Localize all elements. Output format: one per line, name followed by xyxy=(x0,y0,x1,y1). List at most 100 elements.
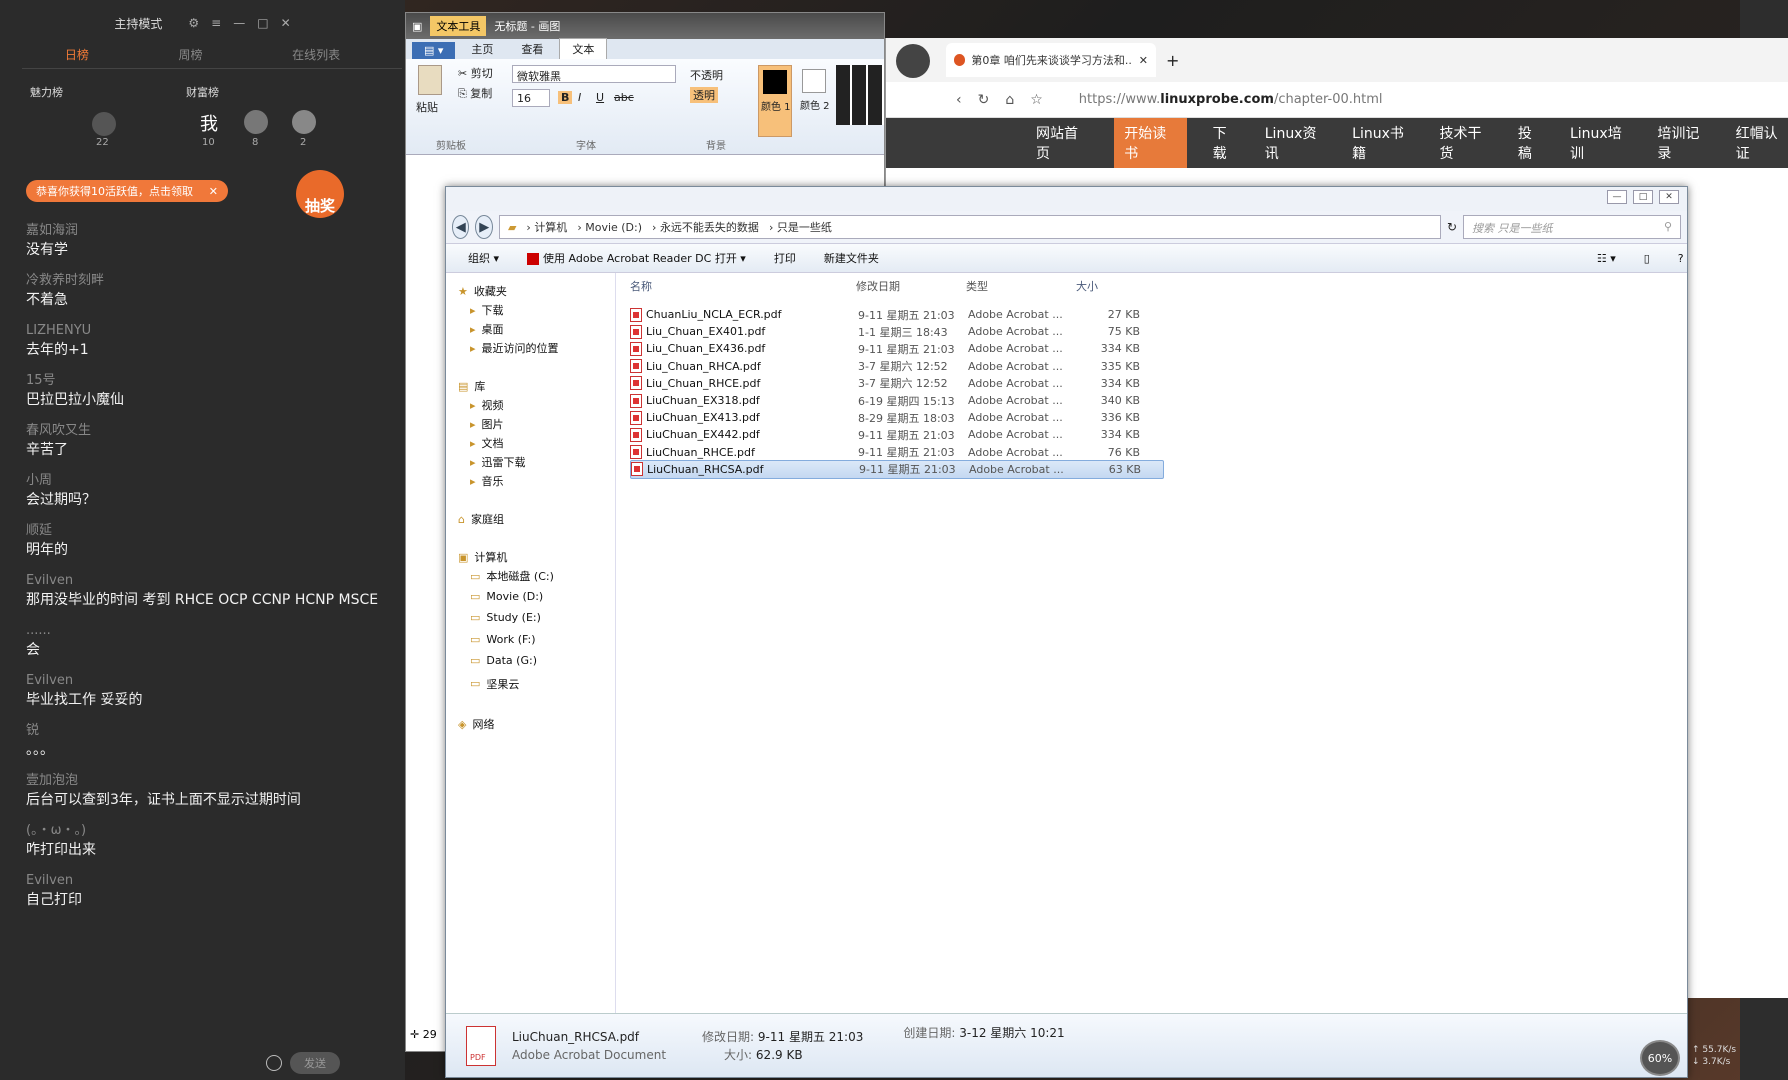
chat-username[interactable]: ...... xyxy=(26,622,386,640)
chat-username[interactable]: 小周 xyxy=(26,472,386,490)
nav-tech[interactable]: 技术干货 xyxy=(1440,123,1492,163)
tab-online[interactable]: 在线列表 xyxy=(292,46,340,68)
avatar[interactable] xyxy=(244,110,268,134)
new-folder-button[interactable]: 新建文件夹 xyxy=(824,250,879,266)
search-icon[interactable]: ⚲ xyxy=(1664,220,1672,234)
nav-news[interactable]: Linux资讯 xyxy=(1265,123,1326,163)
back-icon[interactable]: ‹ xyxy=(956,92,962,108)
window-controls[interactable]: ⚙ ≡ — □ ✕ xyxy=(188,16,290,30)
file-row[interactable]: ChuanLiu_NCLA_ECR.pdf 9-11 星期五 21:03 Adobe… xyxy=(630,305,1164,324)
nav-fav-item[interactable]: ▸ 下载 xyxy=(470,302,504,318)
nav-lib-item[interactable]: ▸ 视频 xyxy=(470,397,504,413)
nav-start-reading[interactable]: 开始读书 xyxy=(1114,118,1187,168)
maximize-icon[interactable]: □ xyxy=(1633,190,1653,204)
color2-button[interactable]: 颜色 2 xyxy=(798,65,832,137)
file-row[interactable]: LiuChuan_EX442.pdf 9-11 星期五 21:03 Adobe Ac… xyxy=(630,425,1164,444)
nav-homegroup[interactable]: ⌂ 家庭组 xyxy=(458,511,504,527)
browser-tab[interactable]: 第0章 咱们先来谈谈学习方法和... ✕ xyxy=(946,43,1156,77)
chat-username[interactable]: 顺延 xyxy=(26,522,386,540)
nav-drive[interactable]: ▭ Study (E:) xyxy=(470,611,541,624)
nav-lib-item[interactable]: ▸ 音乐 xyxy=(470,473,504,489)
nav-training[interactable]: Linux培训 xyxy=(1570,123,1631,163)
chat-username[interactable]: 15号 xyxy=(26,372,386,390)
chat-username[interactable]: Evilven xyxy=(26,672,386,690)
close-icon[interactable]: ✕ xyxy=(209,185,218,198)
chat-username[interactable]: LIZHENYU xyxy=(26,322,386,340)
maximize-icon[interactable]: □ xyxy=(257,16,268,30)
col-name[interactable]: 名称 xyxy=(630,278,856,294)
url-field[interactable]: https://www.linuxprobe.com/chapter-00.ht… xyxy=(1079,92,1383,107)
nav-records[interactable]: 培训记录 xyxy=(1657,123,1709,163)
copy-button[interactable]: ⎘ 复制 xyxy=(458,85,492,101)
network-monitor[interactable]: 60% xyxy=(1640,1040,1680,1076)
col-type[interactable]: 类型 xyxy=(966,278,1076,294)
bold-button[interactable]: B xyxy=(558,91,573,104)
nav-download[interactable]: 下载 xyxy=(1213,123,1239,163)
open-with-button[interactable]: 使用 Adobe Acrobat Reader DC 打开 ▾ xyxy=(527,250,746,266)
col-size[interactable]: 大小 xyxy=(1076,278,1138,294)
breadcrumb-item[interactable]: › 永远不能丢失的数据 xyxy=(652,219,759,235)
nav-home[interactable]: 网站首页 xyxy=(1036,123,1088,163)
strikethrough-button[interactable]: abc xyxy=(614,91,634,104)
chat-username[interactable]: 嘉如海润 xyxy=(26,222,386,240)
send-button[interactable]: 发送 xyxy=(290,1052,340,1074)
star-icon[interactable]: ☆ xyxy=(1030,92,1043,108)
charm-rank-label[interactable]: 魅力榜 xyxy=(30,84,63,100)
nav-fav-item[interactable]: ▸ 最近访问的位置 xyxy=(470,340,559,356)
tab-home[interactable]: 主页 xyxy=(459,39,505,59)
close-icon[interactable]: ✕ xyxy=(1659,190,1679,204)
chat-username[interactable]: 冷救养时刻畔 xyxy=(26,272,386,290)
close-icon[interactable]: ✕ xyxy=(1139,54,1148,67)
nav-favorites[interactable]: ★ 收藏夹 xyxy=(458,283,507,299)
nav-lib-item[interactable]: ▸ 文档 xyxy=(470,435,504,451)
file-row[interactable]: Liu_Chuan_EX401.pdf 1-1 星期三 18:43 Adobe Ac… xyxy=(630,322,1164,341)
settings-icon[interactable]: ⚙ xyxy=(188,16,199,30)
wealth-rank-label[interactable]: 财富榜 xyxy=(186,84,219,100)
nav-lib-item[interactable]: ▸ 迅雷下载 xyxy=(470,454,526,470)
reload-icon[interactable]: ↻ xyxy=(978,92,990,108)
lottery-button[interactable]: 抽奖 xyxy=(296,170,344,218)
home-icon[interactable]: ⌂ xyxy=(1005,92,1014,108)
file-row[interactable]: LiuChuan_EX318.pdf 6-19 星期四 15:13 Adobe Ac… xyxy=(630,391,1164,410)
col-date[interactable]: 修改日期 xyxy=(856,278,966,294)
cut-button[interactable]: ✂ 剪切 xyxy=(458,65,493,81)
menu-icon[interactable]: ≡ xyxy=(211,16,221,30)
nav-lib-item[interactable]: ▸ 图片 xyxy=(470,416,504,432)
nav-library[interactable]: ▤ 库 xyxy=(458,378,485,394)
tab-text[interactable]: 文本 xyxy=(559,38,608,59)
view-options-icon[interactable]: ☷ ▾ xyxy=(1597,252,1616,265)
file-row[interactable]: LiuChuan_EX413.pdf 8-29 星期五 18:03 Adobe Ac… xyxy=(630,408,1164,427)
nav-computer[interactable]: ▣ 计算机 xyxy=(458,549,507,565)
file-row[interactable]: Liu_Chuan_EX436.pdf 9-11 星期五 21:03 Adobe A… xyxy=(630,339,1164,358)
back-icon[interactable]: ◀ xyxy=(452,215,470,239)
nav-drive[interactable]: ▭ 本地磁盘 (C:) xyxy=(470,568,554,584)
minimize-icon[interactable]: — xyxy=(1607,190,1627,204)
chat-username[interactable]: 锐 xyxy=(26,722,386,740)
font-family-select[interactable]: 微软雅黑 xyxy=(512,65,676,83)
forward-icon[interactable]: ▶ xyxy=(475,215,493,239)
paste-icon[interactable] xyxy=(418,65,442,95)
chat-username[interactable]: (。・ω・。) xyxy=(26,822,386,840)
file-row[interactable]: Liu_Chuan_RHCE.pdf 3-7 星期六 12:52 Adobe Acr… xyxy=(630,374,1164,393)
nav-network[interactable]: ◈ 网络 xyxy=(458,716,494,732)
chat-username[interactable]: 壹加泡泡 xyxy=(26,772,386,790)
help-icon[interactable]: ? xyxy=(1678,252,1684,265)
paste-button[interactable]: 粘贴 xyxy=(416,99,438,115)
opaque-option[interactable]: 不透明 xyxy=(690,67,723,83)
new-tab-icon[interactable]: + xyxy=(1166,51,1179,70)
underline-button[interactable]: U xyxy=(596,91,604,104)
search-input[interactable]: 搜索 只是一些纸 ⚲ xyxy=(1463,215,1681,239)
nav-submit[interactable]: 投稿 xyxy=(1518,123,1544,163)
chat-username[interactable]: Evilven xyxy=(26,572,386,590)
preview-pane-icon[interactable]: ▯ xyxy=(1644,252,1650,265)
tab-view[interactable]: 查看 xyxy=(509,39,555,59)
minimize-icon[interactable]: — xyxy=(233,16,245,30)
nav-drive[interactable]: ▭ 坚果云 xyxy=(470,676,519,692)
close-icon[interactable]: ✕ xyxy=(281,16,291,30)
color-palette[interactable] xyxy=(836,65,884,125)
nav-redhat[interactable]: 红帽认证 xyxy=(1736,123,1788,163)
reward-banner[interactable]: 恭喜你获得10活跃值，点击领取 ✕ xyxy=(26,180,228,202)
file-row[interactable]: LiuChuan_RHCSA.pdf 9-11 星期五 21:03 Adobe Ac… xyxy=(630,459,1164,479)
breadcrumb-item[interactable]: › 计算机 xyxy=(526,219,567,235)
nav-drive[interactable]: ▭ Work (F:) xyxy=(470,633,536,646)
